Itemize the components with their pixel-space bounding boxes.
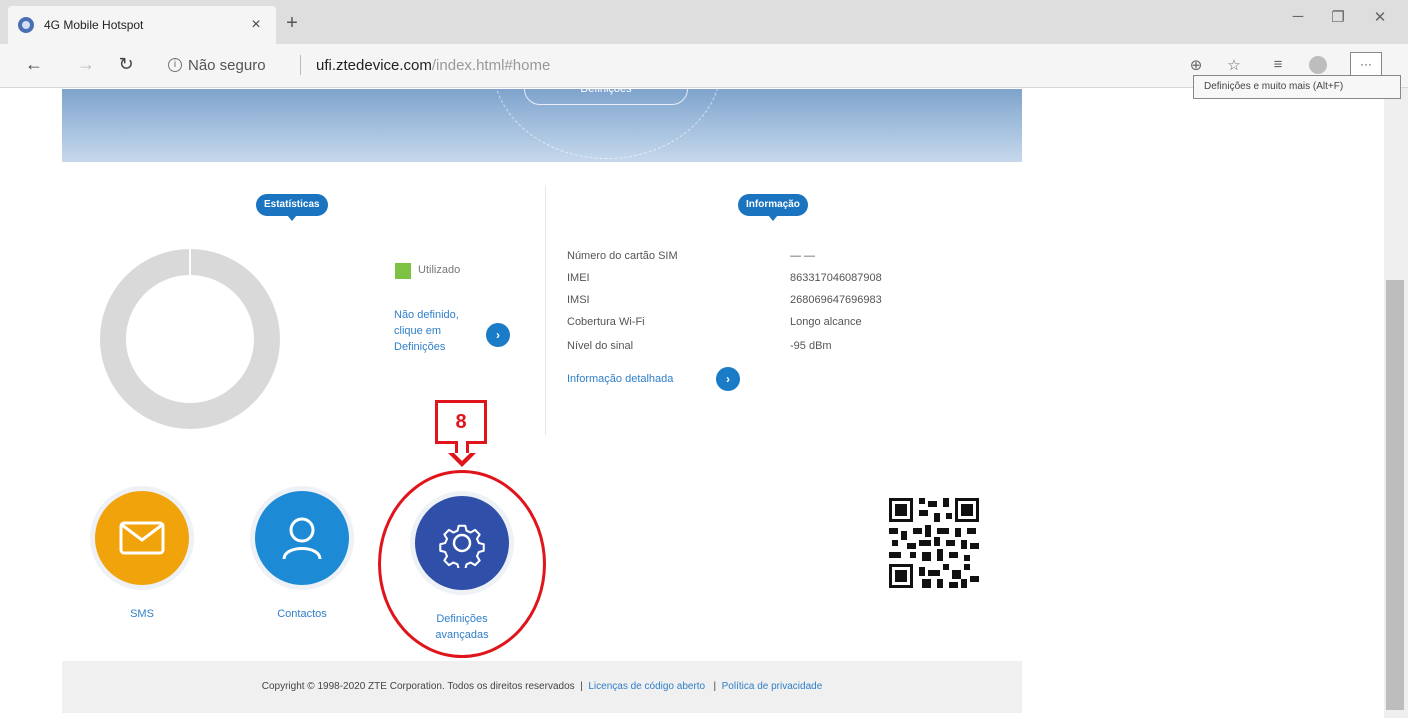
legend-used-swatch xyxy=(395,263,411,279)
info-value-signal: -95 dBm xyxy=(790,340,832,352)
info-label-imei: IMEI xyxy=(567,272,590,284)
sms-label[interactable]: SMS xyxy=(112,606,172,622)
step-annotation-box: 8 xyxy=(435,400,487,444)
url-path: /index.html#home xyxy=(431,57,551,74)
qr-code xyxy=(889,498,979,588)
back-arrow-icon[interactable]: ← xyxy=(20,54,48,75)
sms-app-button[interactable] xyxy=(90,486,194,590)
contacts-app-button[interactable] xyxy=(250,486,354,590)
browser-tab[interactable]: 4G Mobile Hotspot × xyxy=(8,6,276,44)
statistics-go-button[interactable]: › xyxy=(486,323,510,347)
annotation-arrow-head-inner xyxy=(454,453,470,461)
info-label-wifi: Cobertura Wi-Fi xyxy=(567,316,645,328)
url-field[interactable]: ufi.ztedevice.com/index.html#home xyxy=(316,57,550,74)
tab-title: 4G Mobile Hotspot xyxy=(44,18,144,32)
favorite-star-icon[interactable]: ☆ xyxy=(1222,56,1246,74)
zoom-icon[interactable]: ⊕ xyxy=(1184,56,1208,74)
donut-marker xyxy=(189,249,191,275)
info-label-sim: Número do cartão SIM xyxy=(567,250,678,262)
refresh-icon[interactable]: ↻ xyxy=(112,54,140,75)
url-divider xyxy=(300,55,301,75)
info-value-sim: — — xyxy=(790,250,816,262)
contacts-label[interactable]: Contactos xyxy=(262,606,342,622)
menu-tooltip: Definições e muito mais (Alt+F) xyxy=(1193,75,1401,99)
section-divider xyxy=(545,185,546,435)
minimize-icon[interactable]: ─ xyxy=(1278,8,1318,25)
profile-avatar[interactable] xyxy=(1309,56,1327,74)
new-tab-button[interactable]: + xyxy=(280,12,304,35)
info-value-imsi: 268069647696983 xyxy=(790,294,882,306)
envelope-icon xyxy=(119,521,165,555)
page-content: Definições Estatísticas Utilizado Não de… xyxy=(0,89,1408,718)
url-host: ufi.ztedevice.com xyxy=(316,57,432,74)
banner-settings-button[interactable]: Definições xyxy=(524,89,688,105)
detailed-info-go-button[interactable]: › xyxy=(716,367,740,391)
tab-close-button[interactable]: × xyxy=(246,16,266,34)
footer-separator: | xyxy=(580,681,583,692)
detailed-info-link[interactable]: Informação detalhada xyxy=(567,373,673,385)
info-label-imsi: IMSI xyxy=(567,294,590,306)
forward-arrow-icon[interactable]: → xyxy=(72,54,100,75)
legend-used-label: Utilizado xyxy=(418,264,461,276)
security-status[interactable]: Não seguro xyxy=(188,57,266,74)
info-value-wifi: Longo alcance xyxy=(790,316,862,328)
contacts-circle xyxy=(255,491,349,585)
close-window-icon[interactable]: ✕ xyxy=(1360,8,1400,26)
page-footer: Copyright © 1998-2020 ZTE Corporation. T… xyxy=(62,661,1022,713)
open-source-license-link[interactable]: Licenças de código aberto xyxy=(588,681,705,692)
sms-circle xyxy=(95,491,189,585)
browser-titlebar: 4G Mobile Hotspot × + ─ ❐ ✕ xyxy=(0,0,1408,44)
favorites-list-icon[interactable]: ≡ xyxy=(1266,56,1290,73)
footer-separator-2: | xyxy=(713,681,717,692)
annotation-highlight-ellipse xyxy=(378,470,546,658)
info-icon[interactable]: i xyxy=(168,58,182,72)
information-badge: Informação xyxy=(738,194,808,221)
not-defined-link[interactable]: Não definido, clique em Definições xyxy=(394,307,474,355)
scrollbar-thumb[interactable] xyxy=(1386,280,1404,710)
statistics-badge: Estatísticas xyxy=(256,194,328,221)
info-label-signal: Nível do sinal xyxy=(567,340,634,352)
copyright-text: Copyright © 1998-2020 ZTE Corporation. T… xyxy=(261,681,575,692)
globe-favicon-icon xyxy=(18,17,34,33)
info-value-imei: 863317046087908 xyxy=(790,272,882,284)
privacy-policy-link[interactable]: Política de privacidade xyxy=(722,681,823,692)
person-icon xyxy=(282,517,322,560)
maximize-icon[interactable]: ❐ xyxy=(1318,8,1358,26)
header-banner: Definições xyxy=(62,89,1022,162)
usage-donut-chart xyxy=(100,249,280,429)
